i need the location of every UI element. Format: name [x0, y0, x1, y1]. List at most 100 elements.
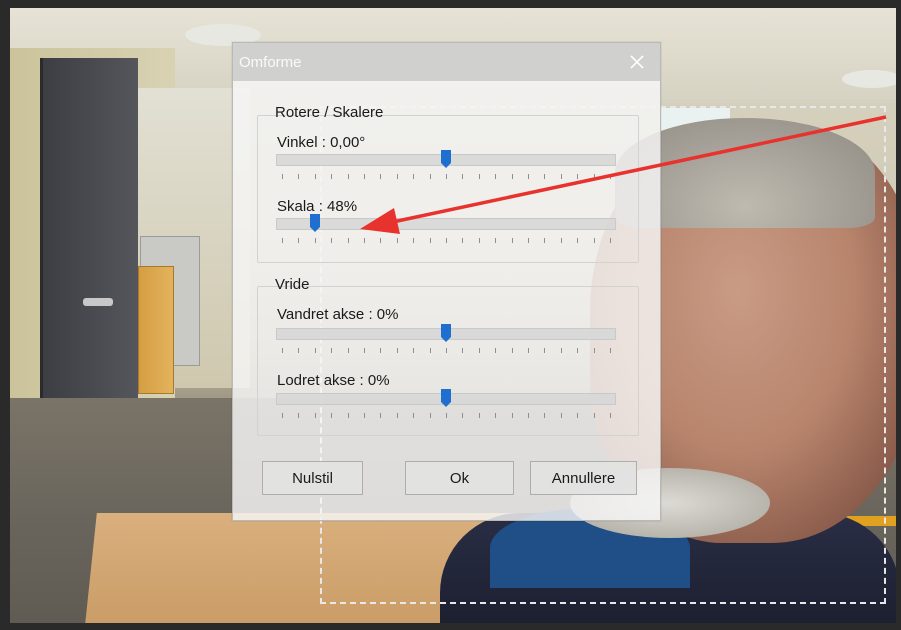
slider-tick — [495, 238, 497, 243]
slider-tick — [314, 238, 316, 243]
slider-tick — [462, 238, 464, 243]
reset-button[interactable]: Nulstil — [262, 461, 363, 495]
slider-tick — [528, 413, 529, 418]
slider-tick — [347, 174, 349, 179]
dialog-titlebar[interactable]: Omforme — [233, 43, 660, 81]
slider-tick — [528, 238, 529, 243]
scale-slider[interactable] — [276, 214, 616, 246]
slider-tick — [478, 174, 480, 179]
transform-dialog: Omforme Rotere / Skalere Vinkel : 0,00° … — [232, 42, 661, 521]
slider-tick — [577, 174, 579, 179]
slider-tick — [429, 413, 431, 418]
slider-tick — [380, 238, 382, 243]
angle-label: Vinkel : 0,00° — [277, 134, 366, 151]
slider-tick — [364, 238, 365, 243]
horizontal-axis-label: Vandret akse : 0% — [277, 306, 399, 323]
slider-tick — [544, 413, 546, 418]
slider-tick — [282, 413, 283, 418]
slider-tick — [577, 348, 579, 353]
slider-tick — [544, 348, 546, 353]
slider-tick — [544, 238, 546, 243]
photo-door-handle — [83, 298, 113, 306]
slider-tick — [610, 238, 611, 243]
close-icon — [630, 55, 644, 69]
slider-thumb[interactable] — [441, 324, 451, 342]
slider-tick — [610, 174, 611, 179]
slider-tick — [396, 348, 398, 353]
slider-tick — [314, 413, 316, 418]
slider-track — [276, 218, 616, 230]
vertical-axis-label: Lodret akse : 0% — [277, 372, 390, 389]
slider-tick — [462, 413, 464, 418]
slider-tick — [314, 174, 316, 179]
slider-tick — [347, 413, 349, 418]
slider-tick — [511, 413, 513, 418]
slider-tick — [347, 348, 349, 353]
slider-thumb[interactable] — [441, 150, 451, 168]
slider-tick — [380, 348, 382, 353]
slider-tick — [528, 348, 529, 353]
slider-tick — [462, 348, 464, 353]
slider-tick — [511, 174, 513, 179]
slider-tick — [331, 238, 333, 243]
slider-tick — [429, 174, 431, 179]
photo-ceiling-lamp — [842, 70, 896, 88]
dialog-title: Omforme — [239, 54, 302, 71]
slider-tick — [593, 174, 595, 179]
slider-tick — [298, 348, 300, 353]
slider-tick — [282, 238, 283, 243]
slider-tick — [396, 238, 398, 243]
horizontal-axis-slider[interactable] — [276, 324, 616, 356]
slider-tick — [446, 413, 447, 418]
slider-tick — [560, 238, 562, 243]
slider-ticks — [282, 238, 611, 244]
ok-button[interactable]: Ok — [405, 461, 514, 495]
slider-tick — [478, 413, 480, 418]
slider-tick — [446, 174, 447, 179]
slider-tick — [331, 174, 333, 179]
slider-tick — [495, 413, 497, 418]
slider-tick — [364, 348, 365, 353]
angle-slider[interactable] — [276, 150, 616, 182]
slider-tick — [560, 348, 562, 353]
scale-label: Skala : 48% — [277, 198, 358, 215]
slider-tick — [413, 413, 415, 418]
slider-tick — [396, 174, 398, 179]
slider-tick — [511, 348, 513, 353]
slider-tick — [495, 174, 497, 179]
slider-tick — [528, 174, 529, 179]
slider-tick — [364, 174, 365, 179]
slider-tick — [577, 238, 579, 243]
slider-tick — [446, 348, 447, 353]
slider-thumb[interactable] — [441, 389, 451, 407]
slider-tick — [544, 174, 546, 179]
vertical-axis-slider[interactable] — [276, 389, 616, 421]
slider-tick — [429, 348, 431, 353]
slider-tick — [282, 348, 283, 353]
slider-tick — [478, 238, 480, 243]
slider-tick — [380, 174, 382, 179]
slider-tick — [560, 174, 562, 179]
slider-tick — [298, 238, 300, 243]
slider-tick — [446, 238, 447, 243]
slider-tick — [298, 174, 300, 179]
slider-tick — [282, 174, 283, 179]
slider-tick — [478, 348, 480, 353]
slider-tick — [413, 238, 415, 243]
photo-shelf — [138, 266, 174, 394]
slider-ticks — [282, 348, 611, 354]
slider-tick — [314, 348, 316, 353]
slider-tick — [396, 413, 398, 418]
slider-tick — [610, 413, 611, 418]
slider-tick — [429, 238, 431, 243]
slider-tick — [495, 348, 497, 353]
cancel-button[interactable]: Annullere — [530, 461, 637, 495]
slider-thumb[interactable] — [309, 214, 320, 232]
slider-tick — [462, 174, 464, 179]
slider-tick — [593, 348, 595, 353]
close-button[interactable] — [614, 43, 660, 81]
slider-tick — [593, 238, 595, 243]
slider-tick — [380, 413, 382, 418]
slider-tick — [413, 174, 415, 179]
slider-tick — [331, 413, 333, 418]
